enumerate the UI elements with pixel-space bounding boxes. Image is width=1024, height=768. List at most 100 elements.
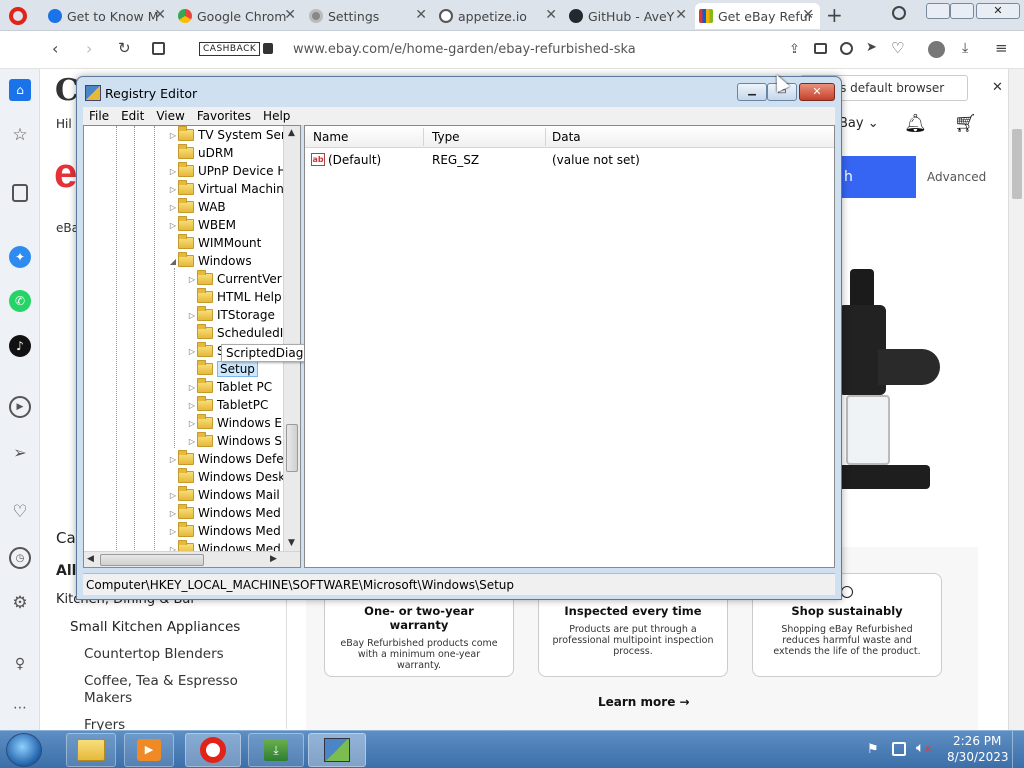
- tree-hscrollbar[interactable]: ◀ ▶: [84, 551, 300, 567]
- expand-arrow-icon[interactable]: ▷: [168, 509, 178, 518]
- expand-arrow-icon[interactable]: ▷: [168, 491, 178, 500]
- learn-more-link[interactable]: Learn more →: [598, 695, 690, 709]
- expand-arrow-icon[interactable]: ▷: [187, 419, 197, 428]
- more-icon[interactable]: ⋯: [9, 697, 31, 719]
- volume-muted-icon[interactable]: 🔈︎✕: [916, 740, 932, 756]
- opera-logo-icon[interactable]: [9, 7, 27, 25]
- messenger-icon[interactable]: ✦: [9, 246, 31, 268]
- taskbar-registry-editor[interactable]: [308, 733, 366, 767]
- category-coffee[interactable]: Coffee, Tea & Espresso Makers: [84, 673, 244, 707]
- expand-arrow-icon[interactable]: ▷: [187, 311, 197, 320]
- tree-node[interactable]: ▷ Windows E: [187, 414, 282, 432]
- home-icon[interactable]: ⌂: [9, 79, 31, 101]
- tree-scroll-thumb[interactable]: [286, 424, 298, 472]
- tree-node[interactable]: ▷ Windows Med: [168, 522, 281, 540]
- tree-node[interactable]: ▷ Tablet PC: [187, 378, 272, 396]
- flag-icon[interactable]: ⚑: [867, 742, 879, 757]
- scroll-right-arrow[interactable]: ▶: [270, 554, 277, 564]
- whatsapp-icon[interactable]: ✆: [9, 290, 31, 312]
- heart-icon[interactable]: ♡: [9, 501, 31, 523]
- close-tab-icon[interactable]: ✕: [545, 7, 557, 23]
- expand-arrow-icon[interactable]: ▷: [168, 221, 178, 230]
- column-divider[interactable]: [545, 128, 546, 146]
- cashback-badge[interactable]: CASHBACK: [199, 42, 261, 56]
- scrollbar-thumb[interactable]: [1012, 129, 1022, 199]
- profile-icon[interactable]: [928, 41, 945, 58]
- tree-node[interactable]: ▷ TV System Ser: [168, 126, 286, 144]
- expand-arrow-icon[interactable]: ▷: [187, 347, 197, 356]
- advanced-search-link[interactable]: Advanced: [927, 170, 986, 184]
- speed-dial-icon[interactable]: [152, 42, 165, 55]
- url-field[interactable]: www.ebay.com/e/home-garden/ebay-refurbis…: [293, 42, 636, 57]
- column-divider[interactable]: [423, 128, 424, 146]
- scroll-up-arrow[interactable]: ▲: [288, 128, 295, 138]
- column-header-data[interactable]: Data: [552, 130, 581, 144]
- taskbar-file-explorer[interactable]: [66, 733, 116, 767]
- close-browser-button[interactable]: ✕: [976, 3, 1020, 19]
- category-countertop[interactable]: Countertop Blenders: [84, 646, 224, 662]
- close-tab-icon[interactable]: ✕: [415, 7, 427, 23]
- shopping-bag-icon[interactable]: [12, 184, 28, 202]
- expand-arrow-icon[interactable]: ▷: [168, 167, 178, 176]
- tab-get-to-know[interactable]: Get to Know M ✕: [44, 3, 172, 29]
- tab-ebay[interactable]: Get eBay Refur ✕: [695, 3, 820, 29]
- settings-gear-icon[interactable]: ⚙: [9, 592, 31, 614]
- block-icon[interactable]: [840, 42, 853, 55]
- tree-hscroll-thumb[interactable]: [100, 554, 204, 566]
- tree-node[interactable]: ScheduledI: [187, 324, 283, 342]
- notification-bell-icon[interactable]: 🔔︎: [904, 113, 927, 134]
- close-tab-icon[interactable]: ✕: [154, 7, 166, 23]
- tree-node[interactable]: ▷ WBEM: [168, 216, 236, 234]
- tree-node[interactable]: HTML Help: [187, 288, 282, 306]
- expand-arrow-icon[interactable]: ▷: [168, 203, 178, 212]
- column-header-name[interactable]: Name: [313, 130, 348, 144]
- expand-arrow-icon[interactable]: ▷: [187, 401, 197, 410]
- tab-settings[interactable]: Settings ✕: [305, 3, 433, 29]
- taskbar-media-player[interactable]: ▶: [124, 733, 174, 767]
- tree-node[interactable]: ▷ Windows Mail: [168, 486, 280, 504]
- registry-title-bar[interactable]: Registry Editor ▁ ▭ ✕: [77, 77, 841, 107]
- ebay-logo-e[interactable]: e: [54, 149, 77, 197]
- expand-arrow-icon[interactable]: ▷: [187, 275, 197, 284]
- taskbar-opera[interactable]: [185, 733, 241, 767]
- menu-icon[interactable]: ≡: [995, 39, 1008, 57]
- close-tab-icon[interactable]: ✕: [802, 7, 814, 23]
- tab-appetize[interactable]: appetize.io ✕: [435, 3, 563, 29]
- tab-google-chrome[interactable]: Google Chrom ✕: [174, 3, 302, 29]
- lightbulb-icon[interactable]: ♀: [9, 653, 31, 675]
- tree-node[interactable]: ▷ TabletPC: [187, 396, 268, 414]
- maximize-browser-button[interactable]: [950, 3, 974, 19]
- clock-date[interactable]: 8/30/2023: [947, 750, 1009, 764]
- menu-view[interactable]: View: [150, 107, 190, 125]
- column-header-type[interactable]: Type: [432, 130, 460, 144]
- category-all[interactable]: All: [56, 563, 76, 579]
- network-icon[interactable]: [892, 742, 906, 756]
- close-prompt-icon[interactable]: ✕: [992, 80, 1003, 95]
- share-icon[interactable]: ⇪: [789, 42, 800, 57]
- heart-icon[interactable]: ♡: [891, 39, 904, 57]
- start-button[interactable]: [6, 733, 42, 767]
- expand-arrow-icon[interactable]: ▷: [168, 527, 178, 536]
- back-button[interactable]: ‹: [52, 39, 58, 58]
- tiktok-icon[interactable]: ♪: [9, 335, 31, 357]
- minimize-browser-button[interactable]: [926, 3, 950, 19]
- tree-node[interactable]: ▷ Windows S: [187, 432, 282, 450]
- scroll-left-arrow[interactable]: ◀: [87, 554, 94, 564]
- clock-time[interactable]: 2:26 PM: [953, 734, 1001, 748]
- menu-file[interactable]: File: [83, 107, 115, 125]
- tree-node-selected[interactable]: Setup: [187, 360, 258, 378]
- collapse-arrow-icon[interactable]: ◢: [168, 257, 178, 266]
- search-tabs-icon[interactable]: [892, 6, 906, 20]
- tree-node[interactable]: ▷ UPnP Device H: [168, 162, 286, 180]
- tree-node[interactable]: ▷ CurrentVer: [187, 270, 282, 288]
- close-button[interactable]: ✕: [799, 83, 835, 101]
- tree-vscrollbar[interactable]: ▲ ▼: [283, 126, 300, 551]
- star-icon[interactable]: ☆: [9, 124, 31, 146]
- history-icon[interactable]: ◷: [9, 547, 31, 569]
- menu-edit[interactable]: Edit: [115, 107, 150, 125]
- tree-node[interactable]: ▷ Windows Med: [168, 504, 281, 522]
- scroll-down-arrow[interactable]: ▼: [288, 538, 295, 548]
- minimize-button[interactable]: ▁: [737, 83, 767, 101]
- category-fryers[interactable]: Fryers: [84, 717, 125, 730]
- cart-icon[interactable]: 🛒︎: [954, 113, 977, 134]
